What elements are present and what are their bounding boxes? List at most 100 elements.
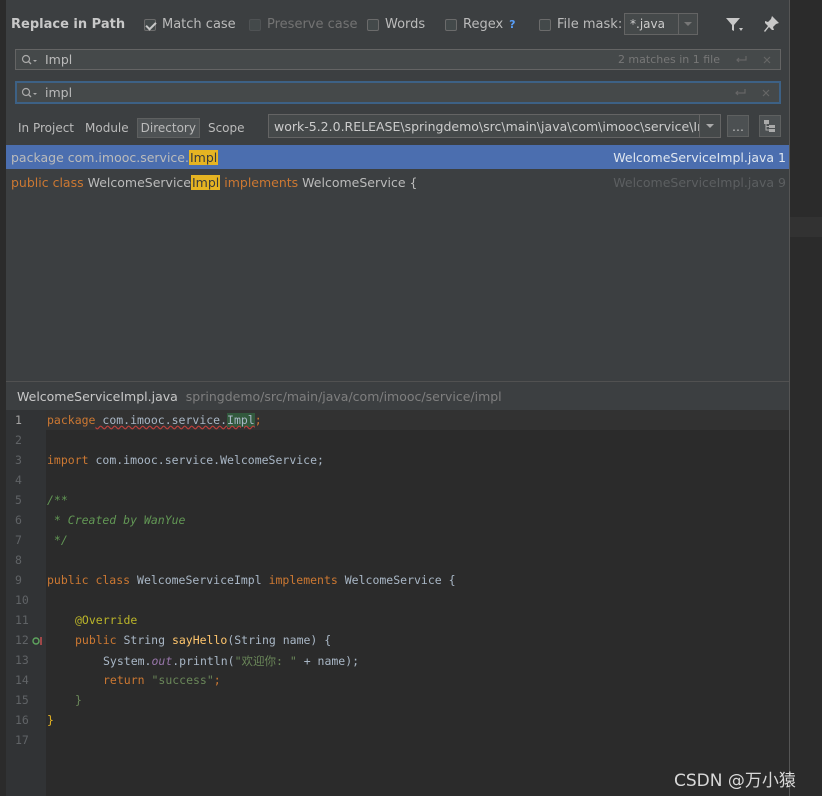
line-number: 10 (15, 593, 29, 607)
replace-field[interactable]: impl (15, 81, 781, 104)
line-number: 2 (15, 433, 22, 447)
code-token: (String name) { (227, 633, 332, 647)
code-line: return "success"; (103, 673, 221, 687)
browse-button[interactable]: ... (727, 115, 749, 137)
result-match: Impl (190, 174, 221, 190)
line-number: 7 (15, 533, 22, 547)
regex-help-icon[interactable]: ? (509, 18, 515, 31)
preserve-case-label: Preserve case (267, 17, 358, 32)
scope-in-project[interactable]: In Project (15, 119, 77, 137)
scope-custom[interactable]: Scope (205, 119, 248, 137)
line-number: 1 (15, 413, 22, 427)
file-mask-label: File mask: (557, 17, 623, 32)
line-number: 17 (15, 733, 29, 747)
preview-header: WelcomeServiceImpl.java springdemo/src/m… (17, 389, 502, 404)
line-number: 16 (15, 713, 29, 727)
code-token: com.imooc.service.WelcomeService; (88, 453, 324, 467)
file-mask-combo[interactable]: *.java (624, 13, 698, 35)
code-token: com.imooc.service. (95, 413, 228, 427)
code-token: out (151, 654, 173, 668)
preserve-case-checkbox[interactable] (249, 18, 261, 31)
replace-in-path-dialog: Replace in Path Match case Preserve case… (6, 0, 790, 796)
code-token: .println( (172, 654, 235, 668)
match-case-checkbox[interactable] (144, 18, 156, 31)
scope-module[interactable]: Module (82, 119, 132, 137)
match-case-option[interactable]: Match case (144, 17, 236, 32)
clear-icon[interactable] (762, 55, 772, 65)
scope-directory[interactable]: Directory (136, 118, 200, 138)
dialog-title: Replace in Path (11, 17, 126, 32)
line-number: 6 (15, 513, 22, 527)
code-token: sayHello (171, 633, 228, 647)
code-line: @Override (75, 613, 138, 627)
result-file: WelcomeServiceImpl.java 1 (613, 149, 786, 165)
newline-icon[interactable] (733, 88, 747, 98)
code-token: System. (103, 654, 152, 668)
result-file: WelcomeServiceImpl.java 9 (613, 174, 786, 190)
code-line: System.out.println("欢迎你: " + name); (103, 653, 359, 669)
code-line: */ (47, 533, 68, 547)
file-mask-value: *.java (630, 17, 665, 31)
line-number: 9 (15, 573, 22, 587)
result-text-pre: package com.imooc.service. (11, 149, 189, 165)
chevron-down-icon (684, 22, 692, 26)
code-token: "欢迎你: " (234, 654, 297, 668)
directory-combo[interactable]: work-5.2.0.RELEASE\springdemo\src\main\j… (268, 114, 721, 138)
code-token: WanYue (143, 513, 186, 527)
search-input[interactable]: Impl (45, 52, 72, 67)
line-number: 13 (15, 653, 29, 667)
line-number: 5 (15, 493, 22, 507)
directory-path[interactable]: work-5.2.0.RELEASE\springdemo\src\main\j… (274, 119, 699, 134)
code-token: package (47, 413, 96, 427)
recursive-toggle[interactable] (759, 115, 781, 137)
filter-icon[interactable] (724, 16, 744, 34)
result-keyword: implements (220, 174, 299, 190)
code-token: ; (213, 673, 221, 687)
line-number: 14 (15, 673, 29, 687)
regex-checkbox[interactable] (445, 18, 457, 31)
code-line: } (47, 713, 54, 727)
line-number: 8 (15, 553, 22, 567)
pin-icon[interactable] (764, 16, 780, 34)
search-field[interactable]: Impl 2 matches in 1 file (15, 49, 781, 70)
splitter[interactable] (6, 381, 790, 382)
code-token: * Created by (47, 513, 144, 527)
code-token: public class (47, 573, 131, 587)
code-token: implements (268, 573, 338, 587)
code-token: String (116, 633, 172, 647)
folder-tree-icon (764, 120, 775, 132)
result-row[interactable]: public class WelcomeService Impl implemen… (6, 170, 790, 194)
code-line: } (75, 693, 82, 707)
replace-input[interactable]: impl (45, 85, 72, 100)
code-token: public (75, 633, 117, 647)
code-token: + name); (296, 654, 360, 668)
preserve-case-option[interactable]: Preserve case (249, 17, 358, 32)
code-line: import com.imooc.service.WelcomeService; (47, 453, 324, 467)
dialog-border (789, 0, 790, 796)
result-row[interactable]: package com.imooc.service. Impl WelcomeSe… (6, 145, 790, 169)
match-count: 2 matches in 1 file (617, 53, 720, 66)
result-keyword: public class (11, 174, 84, 190)
code-line: public String sayHello(String name) { (75, 633, 331, 647)
chevron-down-icon[interactable] (700, 121, 720, 131)
search-history-icon[interactable] (21, 54, 39, 66)
words-option[interactable]: Words (367, 17, 425, 32)
code-token: WelcomeService { (337, 573, 456, 587)
override-marker-icon[interactable] (32, 635, 44, 647)
regex-option[interactable]: Regex ? (445, 17, 516, 32)
search-field-right: 2 matches in 1 file (618, 53, 772, 66)
code-area (46, 410, 790, 796)
file-mask-option[interactable]: File mask: (539, 17, 622, 32)
replace-history-icon[interactable] (21, 87, 39, 99)
match-case-label: Match case (162, 17, 236, 32)
code-token: import (47, 453, 89, 467)
scope-tabs: In Project Module Directory Scope (15, 118, 248, 138)
code-token: ; (254, 413, 262, 427)
background-editor-stripe (790, 217, 822, 237)
code-match: Impl (227, 413, 255, 427)
result-match: Impl (188, 149, 219, 165)
words-checkbox[interactable] (367, 18, 379, 31)
newline-icon[interactable] (734, 55, 748, 65)
file-mask-checkbox[interactable] (539, 18, 551, 31)
clear-icon[interactable] (761, 88, 771, 98)
